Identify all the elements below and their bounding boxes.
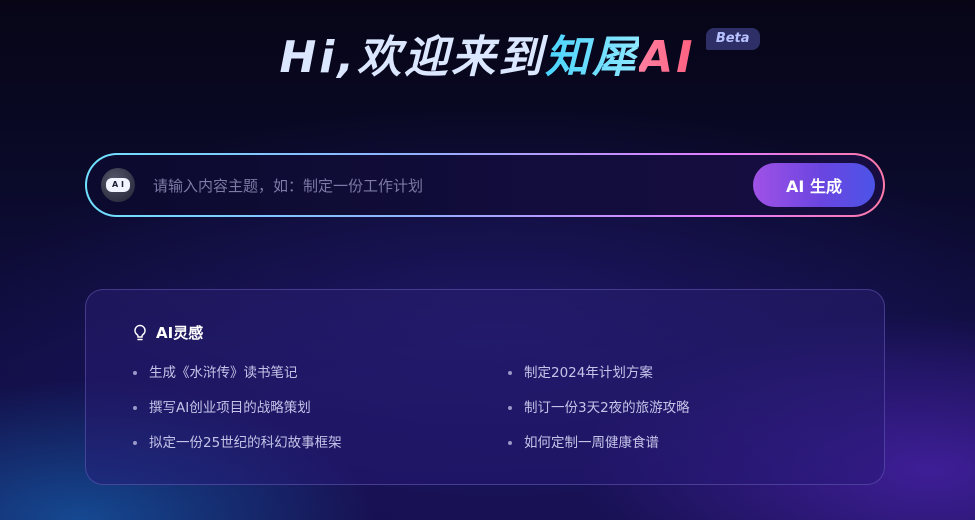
bullet-icon [133,406,137,410]
bullet-icon [133,441,137,445]
idea-item[interactable]: 拟定一份25世纪的科幻故事框架 [133,434,342,469]
search-bar-inner: A I AI 生成 [87,155,883,215]
idea-text: 如何定制一周健康食谱 [524,435,659,451]
title-ai: AI [639,32,696,83]
idea-item[interactable]: 制订一份3天2夜的旅游攻略 [508,399,690,434]
bullet-icon [133,371,137,375]
ai-bot-avatar-icon: A I [101,168,135,202]
ai-generate-button[interactable]: AI 生成 [753,163,875,207]
idea-text: 生成《水浒传》读书笔记 [149,365,298,381]
idea-item[interactable]: 如何定制一周健康食谱 [508,434,690,469]
idea-text: 制订一份3天2夜的旅游攻略 [524,400,690,416]
ideas-header: AI灵感 [132,322,203,343]
title-brand: 知犀 [545,32,640,83]
lightbulb-icon [134,324,146,340]
idea-text: 撰写AI创业项目的战略策划 [149,400,311,416]
ideas-list-right: 制定2024年计划方案 制订一份3天2夜的旅游攻略 如何定制一周健康食谱 [508,364,690,469]
idea-item[interactable]: 制定2024年计划方案 [508,364,690,399]
bullet-icon [508,441,512,445]
idea-item[interactable]: 撰写AI创业项目的战略策划 [133,399,342,434]
topic-input[interactable] [151,173,735,199]
idea-text: 制定2024年计划方案 [524,365,653,381]
idea-item[interactable]: 生成《水浒传》读书笔记 [133,364,342,399]
ai-ideas-card: AI灵感 生成《水浒传》读书笔记 撰写AI创业项目的战略策划 拟定一份25世纪的… [85,289,885,485]
title-greeting: Hi,欢迎来到 [279,32,546,83]
hero: Hi,欢迎来到知犀AI Beta [0,28,975,86]
search-bar: A I AI 生成 [85,153,885,217]
bot-face: A I [106,178,130,192]
ideas-title: AI灵感 [156,324,204,342]
page-title: Hi,欢迎来到知犀AI Beta [279,28,760,86]
bullet-icon [508,406,512,410]
ideas-list-left: 生成《水浒传》读书笔记 撰写AI创业项目的战略策划 拟定一份25世纪的科幻故事框… [133,364,342,469]
idea-text: 拟定一份25世纪的科幻故事框架 [149,435,342,451]
beta-badge: Beta [705,28,760,50]
bullet-icon [508,371,512,375]
